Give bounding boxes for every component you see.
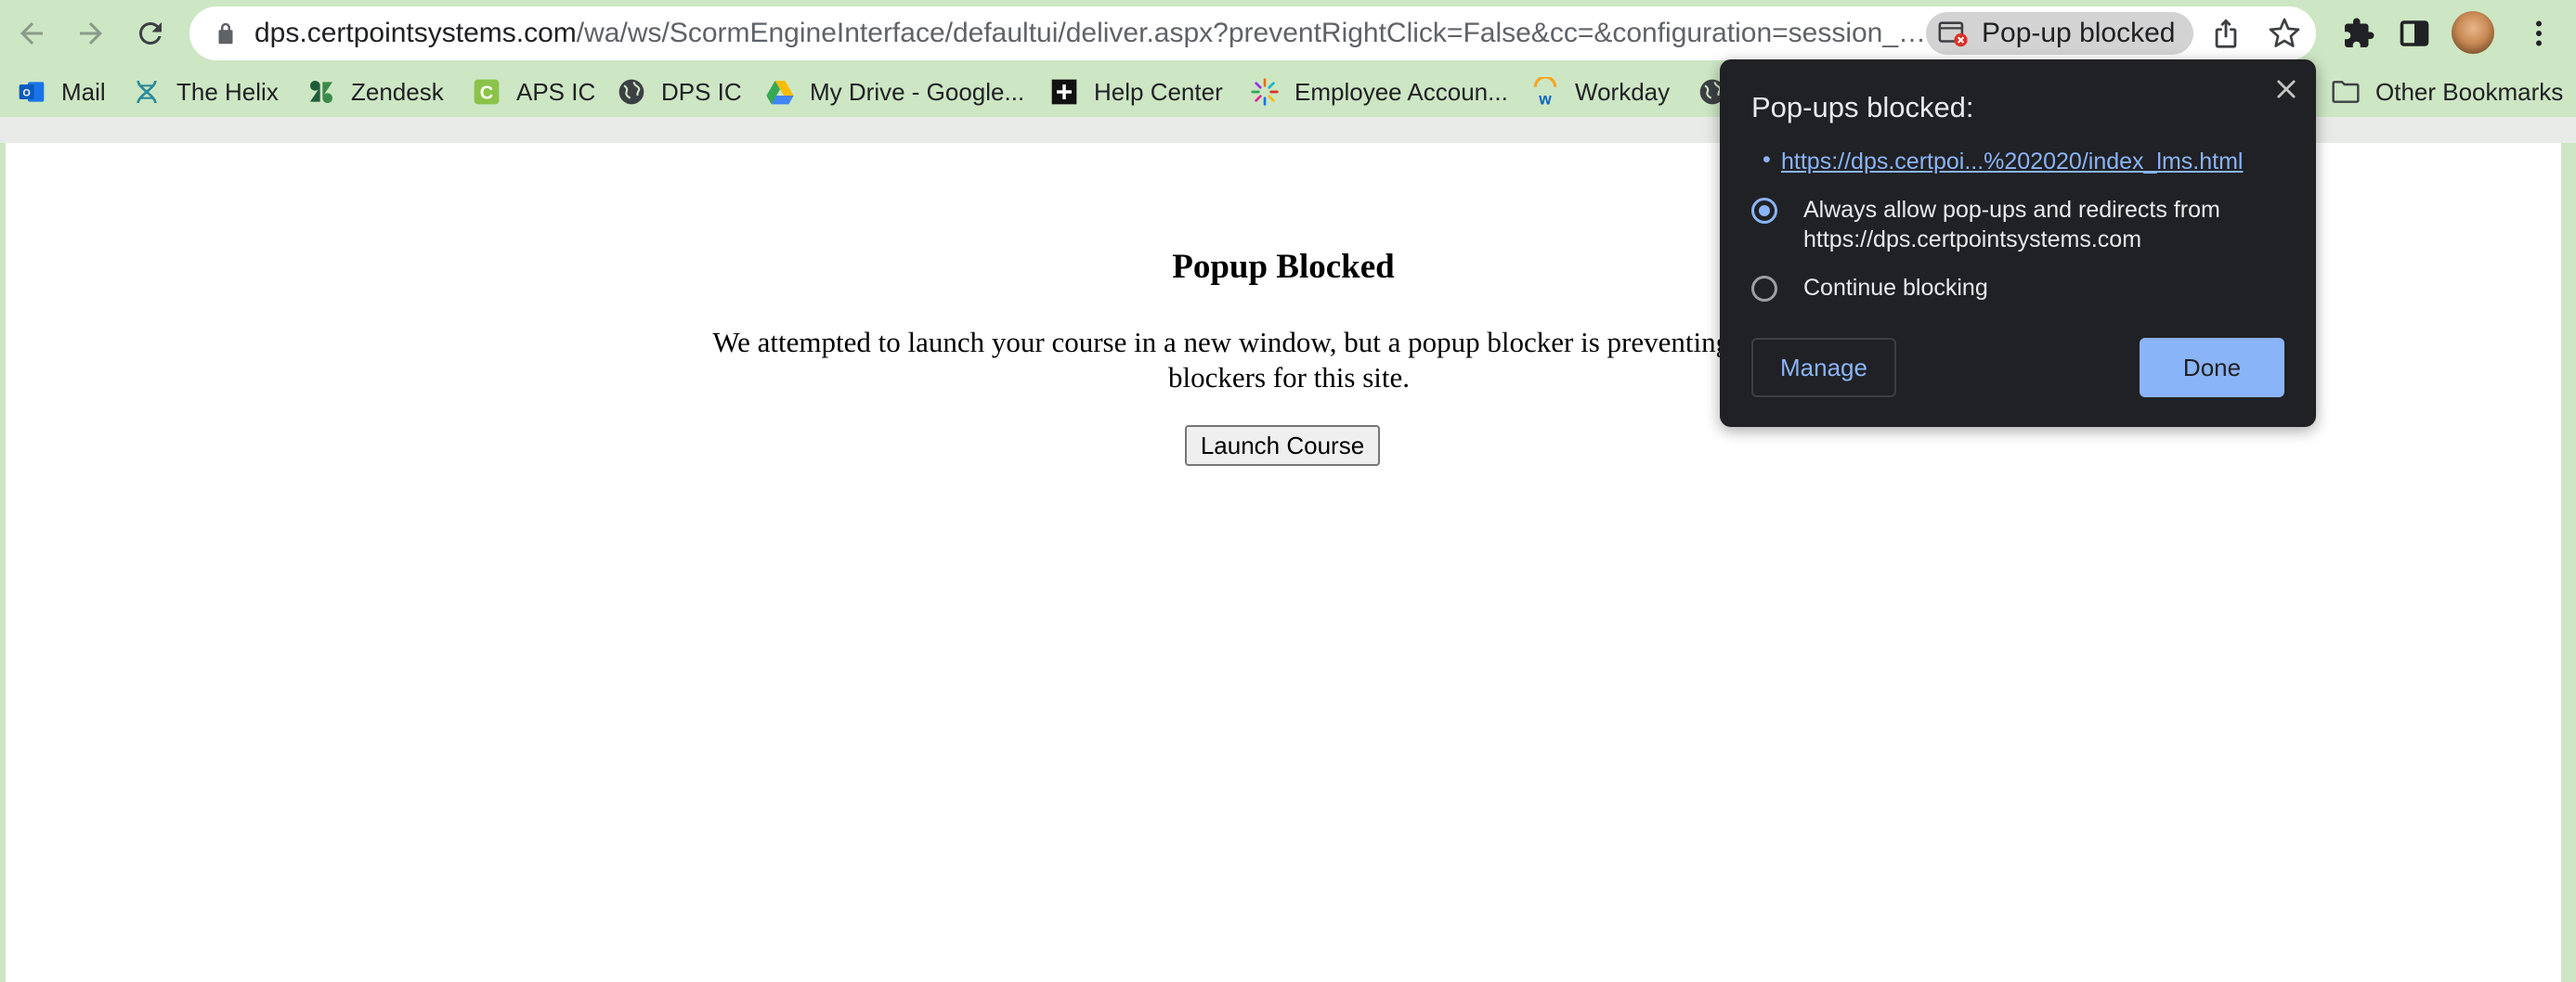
option-always-allow-label[interactable]: Always allow pop-ups and redirects from … [1803, 195, 2220, 254]
bookmark-my-drive[interactable]: My Drive - Google... [765, 67, 1024, 117]
close-icon[interactable] [2273, 76, 2299, 102]
url-path: /wa/ws/ScormEngineInterface/defaultui/de… [576, 18, 1927, 48]
done-button[interactable]: Done [2140, 338, 2284, 397]
aps-ic-icon: C [474, 79, 500, 105]
kebab-menu-icon[interactable] [2522, 17, 2556, 50]
help-center-icon [1051, 79, 1077, 105]
address-bar[interactable]: dps.certpointsystems.com/wa/ws/ScormEngi… [189, 6, 2316, 60]
bookmark-label: Workday [1575, 77, 1671, 106]
back-button[interactable] [2, 0, 61, 67]
bookmark-label: Employee Accoun... [1295, 77, 1508, 106]
workday-icon: w [1533, 77, 1557, 107]
option-continue-blocking-label[interactable]: Continue blocking [1803, 273, 1988, 303]
bookmark-employee-accounts[interactable]: Employee Accoun... [1250, 67, 1508, 117]
zendesk-icon [310, 81, 332, 103]
reload-icon [138, 21, 162, 45]
svg-text:O: O [23, 88, 31, 99]
employee-icon [1251, 78, 1279, 106]
bookmark-mail[interactable]: O Mail [17, 67, 106, 117]
popups-blocked-bubble: Pop-ups blocked: • https://dps.certpoi..… [1720, 59, 2316, 427]
url-domain: dps.certpointsystems.com [254, 18, 577, 48]
allow-label-line-1: Always allow pop-ups and redirects from [1803, 197, 2220, 223]
extensions-puzzle-icon[interactable] [2342, 17, 2375, 50]
link-bullet: • [1763, 147, 1771, 173]
folder-icon [2332, 81, 2360, 103]
bookmark-other-bookmarks[interactable]: Other Bookmarks [2331, 67, 2563, 117]
bookmark-dps-ic[interactable]: DPS IC [617, 67, 742, 117]
bookmark-label: APS IC [516, 77, 596, 106]
manage-button[interactable]: Manage [1751, 338, 1896, 397]
bookmark-label: My Drive - Google... [810, 77, 1025, 106]
launch-course-button[interactable]: Launch Course [1185, 425, 1380, 466]
forward-button[interactable] [61, 0, 121, 67]
popup-blocked-icon [1938, 21, 1968, 47]
bookmark-workday[interactable]: w Workday [1530, 67, 1670, 117]
message-line-1: We attempted to launch your course in a … [712, 326, 1866, 358]
bookmark-label: Mail [61, 77, 106, 106]
bookmark-label: Help Center [1094, 77, 1223, 106]
bookmark-help-center[interactable]: Help Center [1049, 67, 1223, 117]
forward-arrow-icon [80, 22, 102, 45]
bookmark-aps-ic[interactable]: C APS IC [472, 67, 595, 117]
bookmark-label: Zendesk [351, 77, 444, 106]
google-drive-icon [766, 81, 794, 105]
lock-icon [218, 22, 233, 45]
url-text[interactable]: dps.certpointsystems.com/wa/ws/ScormEngi… [254, 6, 2019, 60]
bookmark-label: The Helix [176, 77, 279, 106]
popup-blocked-chip[interactable]: Pop-up blocked [1926, 12, 2193, 55]
bookmark-label: Other Bookmarks [2375, 77, 2564, 106]
outlook-icon: O [19, 82, 45, 102]
profile-avatar[interactable] [2452, 11, 2494, 54]
radio-continue-blocking[interactable] [1751, 276, 1777, 302]
bubble-title: Pop-ups blocked: [1751, 91, 1974, 123]
blocked-popup-link[interactable]: https://dps.certpoi...%202020/index_lms.… [1781, 149, 2244, 175]
reload-button[interactable] [121, 0, 180, 67]
side-panel-icon[interactable] [2398, 17, 2431, 50]
allow-label-line-2: https://dps.certpointsystems.com [1803, 226, 2142, 252]
bookmark-label: DPS IC [661, 77, 742, 106]
globe-icon [618, 79, 644, 105]
browser-toolbar: dps.certpointsystems.com/wa/ws/ScormEngi… [0, 0, 2576, 67]
svg-text:w: w [1538, 89, 1552, 107]
helix-icon [137, 80, 157, 104]
popup-blocked-label: Pop-up blocked [1982, 18, 2176, 48]
back-arrow-icon [20, 22, 43, 45]
message-line-2: blockers for this site. [1167, 361, 1410, 394]
share-icon[interactable] [2210, 18, 2242, 49]
svg-text:C: C [480, 83, 493, 103]
radio-always-allow[interactable] [1751, 198, 1777, 224]
bookmark-zendesk[interactable]: Zendesk [306, 67, 444, 117]
bookmark-star-icon[interactable] [2268, 17, 2301, 50]
bookmark-the-helix[interactable]: The Helix [132, 67, 279, 117]
